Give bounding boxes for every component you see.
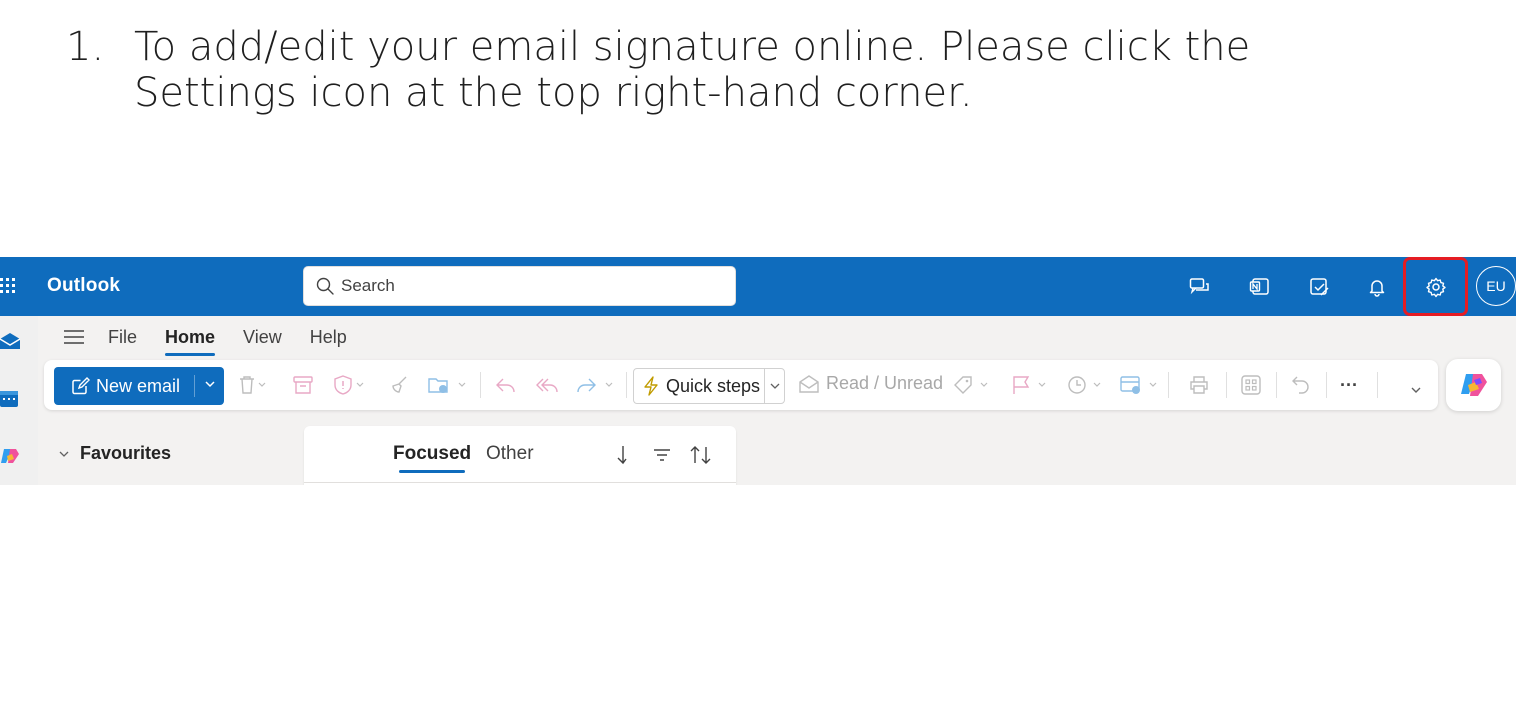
instruction-step: 1. To add/edit your email signature onli…: [66, 24, 1366, 116]
favourites-header[interactable]: Favourites: [58, 443, 171, 464]
chat-icon[interactable]: [1185, 272, 1215, 302]
search-icon: [316, 277, 334, 295]
apps-icon[interactable]: [1240, 373, 1262, 397]
ribbon-divider: [626, 372, 627, 398]
quick-steps-button[interactable]: Quick steps: [633, 368, 785, 404]
outlook-screenshot: Outlook Search EU File Home View Help Ne…: [0, 257, 1516, 485]
new-email-label: New email: [96, 375, 181, 396]
copilot-rail-icon[interactable]: [0, 446, 20, 466]
new-email-split: [194, 375, 195, 397]
avatar[interactable]: EU: [1476, 266, 1516, 306]
search-input[interactable]: Search: [303, 266, 736, 306]
app-title[interactable]: Outlook: [47, 275, 120, 297]
message-list-pane: Focused Other: [304, 426, 736, 485]
menu-file[interactable]: File: [108, 327, 137, 348]
menu-bar: File Home View Help: [38, 316, 375, 358]
flag-icon[interactable]: [1010, 373, 1050, 397]
move-icon[interactable]: [427, 373, 467, 397]
ribbon-toolbar: New email Quick steps Read / Unread ···: [44, 360, 1438, 410]
sweep-icon[interactable]: [389, 373, 411, 397]
quick-steps-label: Quick steps: [666, 375, 761, 396]
chevron-down-icon[interactable]: [204, 378, 216, 390]
menu-home[interactable]: Home: [165, 327, 216, 356]
copilot-icon: [1460, 374, 1487, 396]
quick-steps-dropdown[interactable]: [764, 369, 785, 403]
favourites-label: Favourites: [80, 443, 172, 463]
undo-icon[interactable]: [1290, 373, 1312, 397]
snooze-icon[interactable]: [1066, 373, 1106, 397]
todo-icon[interactable]: [1305, 272, 1335, 302]
search-placeholder: Search: [341, 276, 395, 295]
step-number: 1.: [66, 24, 105, 70]
reply-all-icon[interactable]: [534, 373, 560, 397]
ribbon-divider: [1377, 372, 1378, 398]
onenote-icon[interactable]: [1245, 272, 1275, 302]
ribbon-divider: [480, 372, 481, 398]
sort-icon[interactable]: [689, 444, 713, 466]
filter-icon[interactable]: [652, 444, 672, 466]
archive-icon[interactable]: [292, 373, 314, 397]
expand-ribbon-icon[interactable]: [1410, 378, 1422, 402]
ribbon-divider: [1226, 372, 1227, 398]
app-launcher-icon[interactable]: [0, 277, 18, 295]
report-icon[interactable]: [332, 373, 366, 397]
delete-icon[interactable]: [237, 373, 267, 397]
ribbon-divider: [1326, 372, 1327, 398]
ribbon-divider: [1276, 372, 1277, 398]
envelope-open-icon: [799, 374, 819, 393]
new-email-button[interactable]: New email: [54, 367, 224, 405]
reply-icon[interactable]: [494, 373, 518, 397]
print-icon[interactable]: [1188, 373, 1210, 397]
mail-icon[interactable]: [0, 331, 20, 351]
top-bar: Outlook Search EU: [0, 257, 1516, 316]
list-header-divider: [304, 482, 736, 483]
copilot-button[interactable]: [1446, 359, 1501, 411]
calendar-icon[interactable]: [0, 389, 20, 409]
left-rail: [0, 316, 38, 485]
menu-view[interactable]: View: [243, 327, 282, 348]
lightning-icon: [644, 376, 658, 396]
compose-icon: [72, 377, 90, 395]
chevron-down-icon: [770, 383, 780, 389]
rules-icon[interactable]: [1119, 373, 1161, 397]
jump-down-icon[interactable]: [614, 444, 630, 466]
read-unread-button[interactable]: Read / Unread: [798, 373, 943, 394]
settings-highlight-box: [1403, 257, 1468, 316]
tab-focused[interactable]: Focused: [393, 443, 471, 473]
chevron-down-icon: [59, 451, 69, 457]
hamburger-icon[interactable]: [64, 329, 84, 345]
read-unread-label: Read / Unread: [826, 373, 944, 393]
menu-help[interactable]: Help: [310, 327, 347, 348]
more-options-button[interactable]: ···: [1340, 373, 1358, 397]
forward-icon[interactable]: [574, 373, 618, 397]
tab-other[interactable]: Other: [486, 443, 534, 465]
step-text: To add/edit your email signature online.…: [134, 24, 1251, 116]
bell-icon[interactable]: [1362, 272, 1392, 302]
tag-icon[interactable]: [952, 373, 992, 397]
ribbon-divider: [1168, 372, 1169, 398]
